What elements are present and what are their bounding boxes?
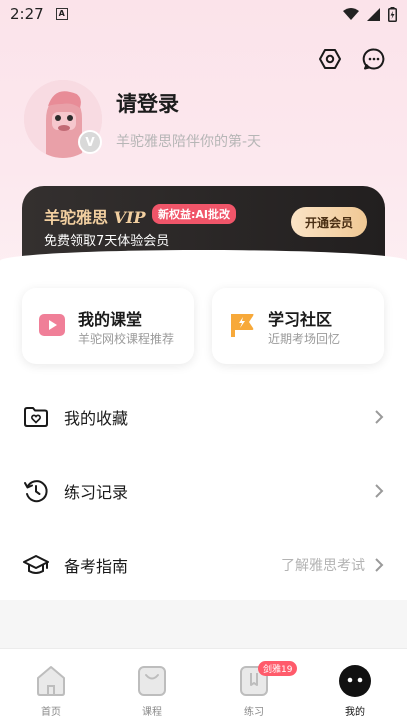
home-icon xyxy=(37,666,65,696)
tab-mine[interactable]: 我的 xyxy=(325,663,385,718)
login-title[interactable]: 请登录 xyxy=(116,88,179,118)
vip-new-benefit-badge: 新权益:AI批改 xyxy=(152,204,237,224)
vip-brand-name: 羊驼雅思 xyxy=(44,208,109,227)
verified-badge: V xyxy=(78,130,102,154)
graduation-cap-icon xyxy=(23,555,49,574)
card-title: 学习社区 xyxy=(268,310,333,329)
status-time: 2:27 xyxy=(10,5,44,23)
folder-heart-icon xyxy=(24,407,48,427)
menu-item-label: 我的收藏 xyxy=(64,409,129,428)
menu-item-label: 练习记录 xyxy=(64,483,129,502)
clock-history-icon xyxy=(24,480,48,503)
status-bar: 2:27 A xyxy=(0,0,407,28)
messages-button[interactable] xyxy=(361,46,387,72)
header-actions xyxy=(317,46,387,72)
video-play-icon xyxy=(39,314,65,336)
new-edition-badge: 剑雅19 xyxy=(258,661,298,676)
my-classroom-card[interactable]: 我的课堂 羊驼网校课程推荐 xyxy=(22,288,194,364)
tab-label: 首页 xyxy=(41,707,61,718)
tab-label: 课程 xyxy=(142,707,162,718)
smiley-face-icon xyxy=(339,665,371,697)
vip-brand-suffix: VIP xyxy=(113,208,146,227)
menu-item-hint: 了解雅思考试 xyxy=(281,558,365,574)
status-indicators xyxy=(343,6,397,22)
settings-button[interactable] xyxy=(317,46,343,72)
gear-icon xyxy=(319,49,341,69)
menu-item-label: 备考指南 xyxy=(64,557,129,576)
bottom-tab-bar: 首页 课程 剑雅19 练习 我的 xyxy=(0,648,407,723)
card-title: 我的课堂 xyxy=(78,310,143,329)
notification-icon: A xyxy=(55,8,68,20)
card-subtitle: 近期考场回忆 xyxy=(268,332,341,346)
shopping-bag-icon xyxy=(138,666,166,696)
tab-courses[interactable]: 课程 xyxy=(122,663,182,718)
flag-icon xyxy=(231,314,254,337)
study-community-card[interactable]: 学习社区 近期考场回忆 xyxy=(212,288,384,364)
tab-label: 练习 xyxy=(244,707,264,718)
tab-label: 我的 xyxy=(345,707,365,718)
tab-home[interactable]: 首页 xyxy=(21,663,81,718)
chat-bubble-icon xyxy=(362,48,385,70)
menu-item-practice-records[interactable]: 练习记录 xyxy=(0,463,407,519)
companion-days-text: 羊驼雅思陪伴你的第-天 xyxy=(116,134,262,150)
chevron-right-icon xyxy=(375,410,384,424)
card-subtitle: 羊驼网校课程推荐 xyxy=(78,332,175,346)
menu-item-favorites[interactable]: 我的收藏 xyxy=(0,389,407,445)
menu-item-exam-guide[interactable]: 备考指南 了解雅思考试 xyxy=(0,537,407,593)
section-divider xyxy=(0,600,407,648)
open-membership-button[interactable]: 开通会员 xyxy=(291,207,367,237)
tab-practice[interactable]: 剑雅19 练习 xyxy=(224,661,298,718)
vip-brand: 羊驼雅思 VIP xyxy=(44,204,146,228)
chevron-right-icon xyxy=(375,558,384,572)
signal-icon xyxy=(367,7,380,21)
chevron-right-icon xyxy=(375,484,384,498)
battery-icon xyxy=(388,6,397,22)
vip-subtitle: 免费领取7天体验会员 xyxy=(44,234,170,249)
wifi-icon xyxy=(343,8,359,20)
